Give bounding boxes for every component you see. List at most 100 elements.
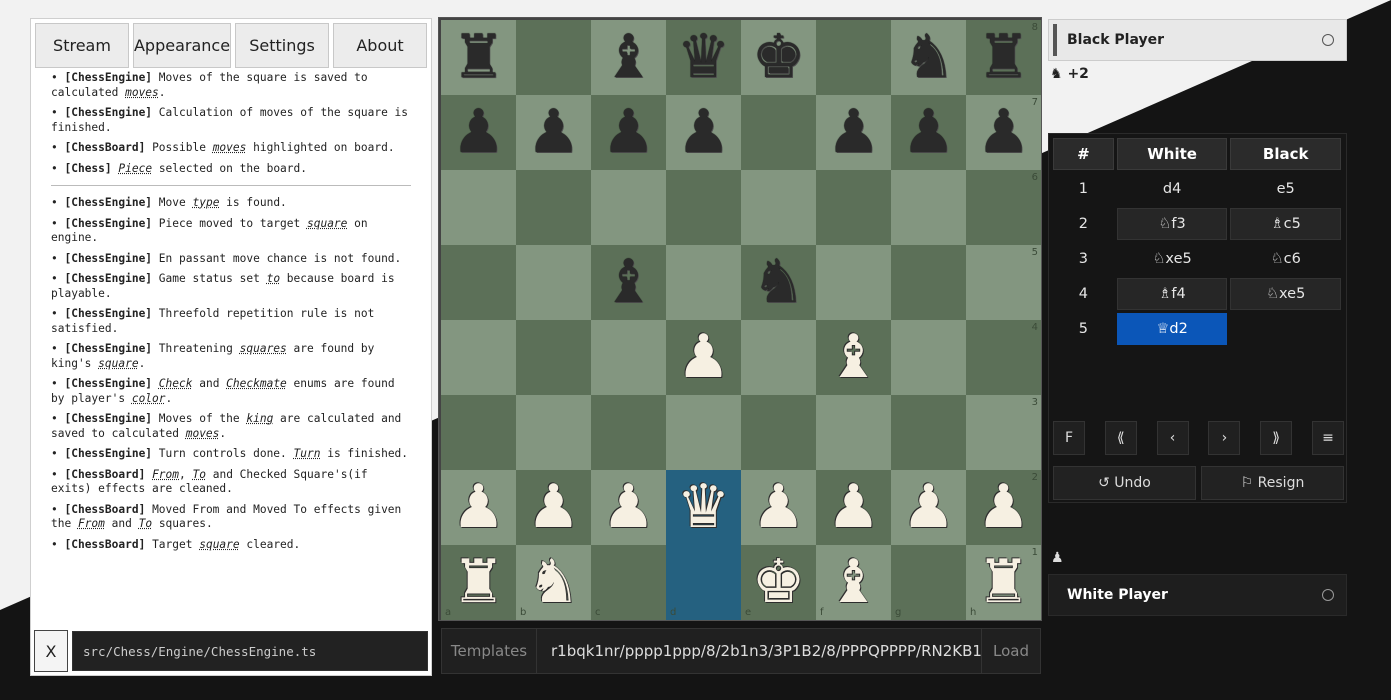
black-move[interactable]: e5 [1230, 173, 1341, 205]
square-d7[interactable]: ♟ [666, 95, 741, 170]
square-c5[interactable]: ♝ [591, 245, 666, 320]
square-b8[interactable] [516, 20, 591, 95]
white-pawn-icon[interactable]: ♟ [666, 320, 741, 395]
square-a8[interactable]: ♜ [441, 20, 516, 95]
resign-button[interactable]: ⚐ Resign [1201, 466, 1344, 500]
square-e3[interactable] [741, 395, 816, 470]
square-h3[interactable]: 3 [966, 395, 1041, 470]
white-knight-icon[interactable]: ♞ [516, 545, 591, 620]
square-f7[interactable]: ♟ [816, 95, 891, 170]
white-move[interactable]: ♘xe5 [1117, 243, 1228, 275]
tab-appearance[interactable]: Appearance [132, 23, 232, 68]
white-pawn-icon[interactable]: ♟ [741, 470, 816, 545]
square-d8[interactable]: ♛ [666, 20, 741, 95]
templates-button[interactable]: Templates [442, 629, 537, 673]
square-c7[interactable]: ♟ [591, 95, 666, 170]
black-pawn-icon[interactable]: ♟ [441, 95, 516, 170]
square-g4[interactable] [891, 320, 966, 395]
square-f6[interactable] [816, 170, 891, 245]
white-queen-icon[interactable]: ♛ [666, 470, 741, 545]
black-bishop-icon[interactable]: ♝ [591, 20, 666, 95]
white-pawn-icon[interactable]: ♟ [966, 470, 1041, 545]
square-b4[interactable] [516, 320, 591, 395]
file-path-field[interactable]: src/Chess/Engine/ChessEngine.ts [72, 631, 428, 671]
white-king-icon[interactable]: ♚ [741, 545, 816, 620]
white-move[interactable]: d4 [1117, 173, 1228, 205]
black-knight-icon[interactable]: ♞ [891, 20, 966, 95]
square-a3[interactable] [441, 395, 516, 470]
square-h4[interactable]: 4 [966, 320, 1041, 395]
square-e5[interactable]: ♞ [741, 245, 816, 320]
square-f5[interactable] [816, 245, 891, 320]
white-pawn-icon[interactable]: ♟ [891, 470, 966, 545]
square-a1[interactable]: a ♜ [441, 545, 516, 620]
last-move-button[interactable]: ⟫ [1260, 421, 1293, 455]
square-b3[interactable] [516, 395, 591, 470]
square-h1[interactable]: 1 h ♜ [966, 545, 1041, 620]
white-move[interactable]: ♘f3 [1116, 208, 1228, 240]
white-pawn-icon[interactable]: ♟ [591, 470, 666, 545]
square-b7[interactable]: ♟ [516, 95, 591, 170]
first-move-button[interactable]: ⟪ [1104, 421, 1137, 455]
black-king-icon[interactable]: ♚ [741, 20, 816, 95]
black-pawn-icon[interactable]: ♟ [666, 95, 741, 170]
square-g2[interactable]: ♟ [891, 470, 966, 545]
menu-button[interactable]: ≡ [1311, 421, 1344, 455]
white-move[interactable]: ♕d2 [1116, 313, 1228, 345]
square-h2[interactable]: 2 ♟ [966, 470, 1041, 545]
square-e2[interactable]: ♟ [741, 470, 816, 545]
square-c3[interactable] [591, 395, 666, 470]
undo-button[interactable]: ↺ Undo [1053, 466, 1196, 500]
square-h8[interactable]: 8 ♜ [966, 20, 1041, 95]
square-a7[interactable]: ♟ [441, 95, 516, 170]
black-rook-icon[interactable]: ♜ [441, 20, 516, 95]
square-h6[interactable]: 6 [966, 170, 1041, 245]
square-d4[interactable]: ♟ [666, 320, 741, 395]
black-pawn-icon[interactable]: ♟ [516, 95, 591, 170]
square-d2[interactable]: ♛ [666, 470, 741, 545]
black-move[interactable]: ♘xe5 [1230, 278, 1341, 310]
square-d5[interactable] [666, 245, 741, 320]
black-pawn-icon[interactable]: ♟ [816, 95, 891, 170]
square-b5[interactable] [516, 245, 591, 320]
square-g1[interactable]: g [891, 545, 966, 620]
square-h7[interactable]: 7 ♟ [966, 95, 1041, 170]
black-bishop-icon[interactable]: ♝ [591, 245, 666, 320]
white-rook-icon[interactable]: ♜ [966, 545, 1041, 620]
square-g6[interactable] [891, 170, 966, 245]
square-b1[interactable]: b ♞ [516, 545, 591, 620]
square-a4[interactable] [441, 320, 516, 395]
square-a6[interactable] [441, 170, 516, 245]
square-d1[interactable]: d [666, 545, 741, 620]
fen-input[interactable]: r1bqk1nr/pppp1ppp/8/2b1n3/3P1B2/8/PPPQPP… [537, 642, 981, 660]
square-f4[interactable]: ♝ [816, 320, 891, 395]
square-d6[interactable] [666, 170, 741, 245]
white-move[interactable]: ♗f4 [1116, 278, 1228, 310]
load-button[interactable]: Load [981, 629, 1040, 673]
square-b2[interactable]: ♟ [516, 470, 591, 545]
square-d3[interactable] [666, 395, 741, 470]
square-e7[interactable] [741, 95, 816, 170]
square-a5[interactable] [441, 245, 516, 320]
square-f3[interactable] [816, 395, 891, 470]
square-f8[interactable] [816, 20, 891, 95]
square-b6[interactable] [516, 170, 591, 245]
square-f1[interactable]: f ♝ [816, 545, 891, 620]
chess-board[interactable]: ♜ ♝ ♛ ♚ ♞ 8 ♜ ♟ ♟ ♟ ♟ ♟ ♟ 7 ♟ 6 ♝ ♞ 5 ♟ ♝ 4 3 ♟ ♟ ♟ ♛ ♟ ♟ ♟ 2 ♟ a ♜ b ♞ c d e ♚… [441, 20, 1041, 620]
square-a2[interactable]: ♟ [441, 470, 516, 545]
black-move[interactable]: ♘c6 [1230, 243, 1341, 275]
tab-stream[interactable]: Stream [35, 23, 129, 68]
white-bishop-icon[interactable]: ♝ [816, 545, 891, 620]
tab-settings[interactable]: Settings [235, 23, 330, 68]
square-c6[interactable] [591, 170, 666, 245]
tab-about[interactable]: About [333, 23, 427, 68]
black-pawn-icon[interactable]: ♟ [966, 95, 1041, 170]
square-g8[interactable]: ♞ [891, 20, 966, 95]
square-c8[interactable]: ♝ [591, 20, 666, 95]
flip-board-button[interactable]: F [1053, 421, 1085, 455]
white-bishop-icon[interactable]: ♝ [816, 320, 891, 395]
square-e4[interactable] [741, 320, 816, 395]
previous-move-button[interactable]: ‹ [1156, 421, 1189, 455]
black-move[interactable]: ♗c5 [1230, 208, 1341, 240]
square-g3[interactable] [891, 395, 966, 470]
